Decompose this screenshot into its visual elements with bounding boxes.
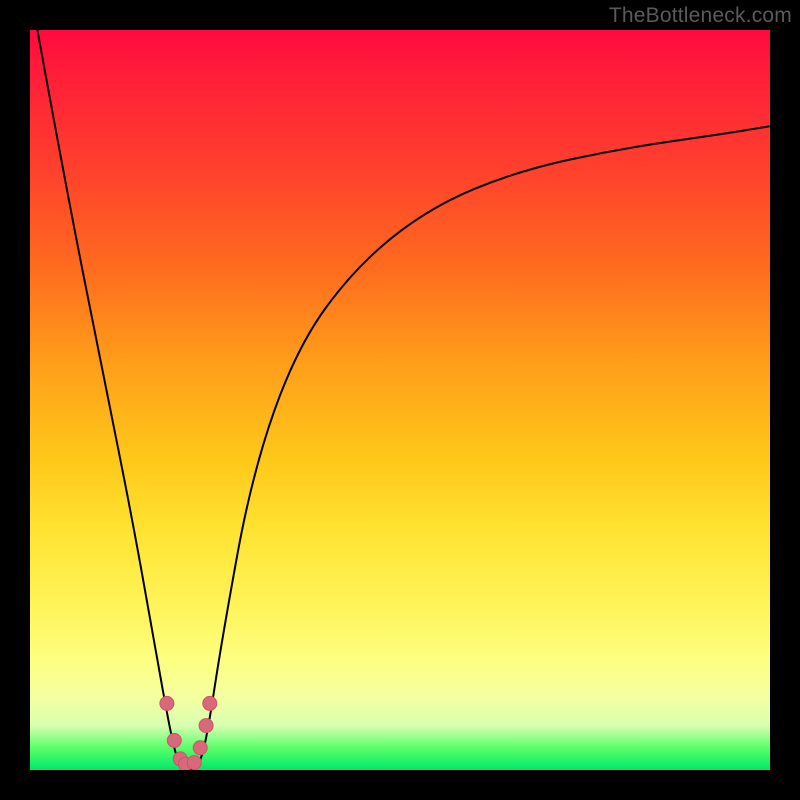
curve-marker: [193, 741, 207, 755]
curve-marker: [199, 719, 213, 733]
watermark-text: TheBottleneck.com: [609, 4, 792, 28]
curve-marker: [187, 756, 201, 770]
chart-frame: TheBottleneck.com: [0, 0, 800, 800]
bottleneck-curve: [37, 30, 770, 770]
curve-marker: [203, 696, 217, 710]
curve-layer: [30, 30, 770, 770]
curve-marker: [160, 696, 174, 710]
plot-area: [30, 30, 770, 770]
curve-marker: [167, 733, 181, 747]
